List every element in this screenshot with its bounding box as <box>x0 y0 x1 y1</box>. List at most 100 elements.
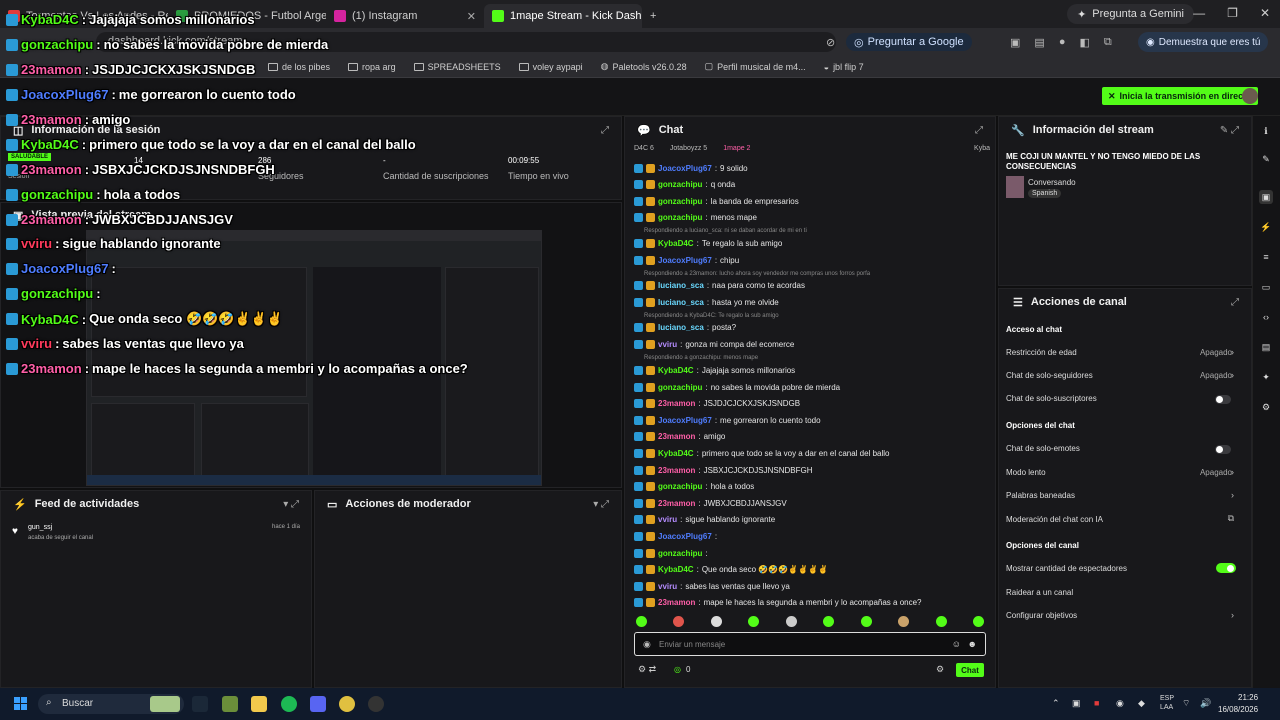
bookmark-item[interactable]: ◒ jbl flip 7 <box>824 62 864 72</box>
tab-tormentas[interactable]: Tormentas Vs Los Andes - Re... ✕ <box>0 4 168 28</box>
tab-kick-dashboard[interactable]: 1mape Stream - Kick Dashboard ✕ <box>484 4 642 28</box>
chat-message[interactable]: 23mamon: mape le haces la segunda a membr… <box>634 597 922 609</box>
emotes-only-toggle[interactable] <box>1215 445 1231 454</box>
expand-icon[interactable]: ⤢ <box>975 125 983 136</box>
setting-configure-goals[interactable]: Configurar objetivos <box>1006 611 1077 620</box>
windows-start-icon[interactable] <box>14 697 28 711</box>
chat-message[interactable]: JoacoxPlug67: <box>634 530 720 542</box>
steam-icon[interactable] <box>192 696 208 712</box>
chat-username[interactable]: JoacoxPlug67 <box>658 164 712 173</box>
wifi-icon[interactable]: ⌔ <box>1182 698 1190 709</box>
smiley-icon[interactable]: ☻ <box>968 639 977 649</box>
chevron-right-icon[interactable]: › <box>1231 347 1234 357</box>
url-input[interactable]: dashboard.kick.com/stream <box>96 32 836 52</box>
bookmark-item[interactable]: de los pibes <box>268 62 330 72</box>
tray-app-icon[interactable]: ◉ <box>1116 698 1124 709</box>
panel-icon[interactable]: ▣ <box>1259 190 1273 204</box>
taskbar-widget-icon[interactable] <box>150 696 180 712</box>
minecraft-icon[interactable] <box>222 696 238 712</box>
chat-message[interactable]: vviru: gonza mi compa del ecomerce <box>634 338 794 350</box>
chat-username[interactable]: gonzachipu <box>658 549 702 558</box>
chevron-right-icon[interactable]: › <box>1231 610 1234 620</box>
setting-age-restriction[interactable]: Restricción de edad <box>1006 348 1077 357</box>
chat-message[interactable]: JoacoxPlug67: chipu <box>634 254 739 266</box>
close-window-icon[interactable]: ✕ <box>1260 6 1270 20</box>
volume-icon[interactable]: 🔊 <box>1200 698 1211 709</box>
chat-username[interactable]: JoacoxPlug67 <box>658 416 712 425</box>
chat-message[interactable]: luciano_sca: naa para como te acordas <box>634 280 805 292</box>
chat-message[interactable]: KybaD4C: primero que todo se la voy a dar… <box>634 447 889 459</box>
obs-icon[interactable] <box>368 696 384 712</box>
chat-username[interactable]: gonzachipu <box>658 180 702 189</box>
avatar[interactable] <box>1242 88 1258 104</box>
tab-promiedos[interactable]: PROMIEDOS - Futbol Argentino ✕ <box>168 4 326 28</box>
setting-ai-moderation[interactable]: Moderación del chat con IA <box>1006 515 1103 524</box>
bookmark-item[interactable]: ▢ Perfil musical de m4... <box>705 61 806 72</box>
chat-message[interactable]: gonzachipu: menos mape <box>634 212 757 224</box>
chrome-icon[interactable] <box>339 696 355 712</box>
discord-icon[interactable] <box>310 696 326 712</box>
emote-icon[interactable] <box>748 616 760 627</box>
puzzle-icon[interactable]: ⧉ <box>1104 36 1112 49</box>
emote-picker-icon[interactable]: ☺ <box>952 639 961 649</box>
chat-username[interactable]: luciano_sca <box>658 281 704 290</box>
language-indicator[interactable]: ESP LAA <box>1160 694 1174 712</box>
chat-message[interactable]: gonzachipu: hola a todos <box>634 481 754 493</box>
file-explorer-icon[interactable] <box>251 696 267 712</box>
proof-button[interactable]: ◉ Demuestra que eres tú <box>1138 32 1269 52</box>
chat-username[interactable]: luciano_sca <box>658 323 704 332</box>
tray-app-icon[interactable]: ▣ <box>1072 698 1081 709</box>
eye-off-icon[interactable]: ⊘ <box>826 36 835 49</box>
expand-icon[interactable]: ⤢ <box>1231 297 1239 308</box>
settings-icon[interactable]: ⚙ <box>1259 400 1273 414</box>
spotify-icon[interactable] <box>281 696 297 712</box>
gemini-button[interactable]: ✦ Pregunta a Gemini <box>1067 4 1194 24</box>
extension-icon[interactable]: ▣ <box>1010 36 1020 49</box>
chat-message[interactable]: 23mamon: JWBXJCBDJJANSJGV <box>634 497 787 509</box>
chat-message-list[interactable]: JoacoxPlug67:9 solido gonzachipu: q onda go… <box>634 160 990 615</box>
chat-message-input[interactable]: ◉ Enviar un mensaje ☺ ☻ <box>634 632 986 656</box>
emote-icon[interactable] <box>860 616 872 627</box>
extension-icon[interactable]: ◧ <box>1079 36 1089 49</box>
stream-preview-video[interactable] <box>86 230 542 486</box>
chat-send-button[interactable]: Chat <box>956 663 984 677</box>
bookmark-item[interactable]: voley aypapi <box>518 62 583 72</box>
tray-chevron-icon[interactable]: ⌃ <box>1052 698 1060 709</box>
chat-message[interactable]: vviru: sigue hablando ignorante <box>634 514 775 526</box>
lightning-icon[interactable]: ⚡ <box>1259 220 1273 234</box>
bookmark-item[interactable]: ropa arg <box>348 62 396 72</box>
chat-username[interactable]: KybaD4C <box>658 239 694 248</box>
emote-icon[interactable] <box>898 616 910 627</box>
chat-username[interactable]: gonzachipu <box>658 197 702 206</box>
maximize-icon[interactable]: ❐ <box>1227 6 1238 20</box>
chat-message[interactable]: JoacoxPlug67:9 solido <box>634 162 748 174</box>
wrench-icon[interactable]: ✦ <box>1259 370 1273 384</box>
minimize-icon[interactable]: — <box>1193 6 1205 20</box>
chat-message[interactable]: gonzachipu: q onda <box>634 179 735 191</box>
chat-username[interactable]: 23mamon <box>658 399 695 408</box>
extension-icon[interactable]: ● <box>1059 36 1066 49</box>
emote-icon[interactable] <box>823 616 835 627</box>
emote-icon[interactable] <box>935 616 947 627</box>
chat-username[interactable]: gonzachipu <box>658 383 702 392</box>
chat-message[interactable]: vviru: sabes las ventas que llevo ya <box>634 580 790 592</box>
expand-icon[interactable]: ⤢ <box>601 125 609 136</box>
emote-icon[interactable] <box>785 616 797 627</box>
tab-instagram[interactable]: (1) Instagram ✕ <box>326 4 484 28</box>
activity-user[interactable]: gun_ssj <box>28 524 52 531</box>
chat-username[interactable]: 23mamon <box>658 466 695 475</box>
show-viewer-count-toggle[interactable] <box>1216 563 1236 573</box>
chat-message[interactable]: gonzachipu: <box>634 547 711 559</box>
external-link-icon[interactable]: ⧉ <box>1228 513 1234 524</box>
chat-icon[interactable]: ▭ <box>1259 280 1273 294</box>
chat-message[interactable]: gonzachipu: no sabes la movida pobre de m… <box>634 381 840 393</box>
chat-settings-icon[interactable]: ⚙ <box>936 664 944 675</box>
chat-message[interactable]: luciano_sca: hasta yo me olvide <box>634 296 779 308</box>
chat-username[interactable]: vviru <box>658 582 677 591</box>
emote-icon[interactable] <box>710 616 722 627</box>
setting-raid-channel[interactable]: Raidear a un canal <box>1006 588 1073 597</box>
emote-icon[interactable] <box>972 616 984 627</box>
bookmark-item[interactable]: SPREADSHEETS <box>413 62 501 72</box>
chat-username[interactable]: JoacoxPlug67 <box>658 532 712 541</box>
shield-icon[interactable]: ▤ <box>1259 340 1273 354</box>
